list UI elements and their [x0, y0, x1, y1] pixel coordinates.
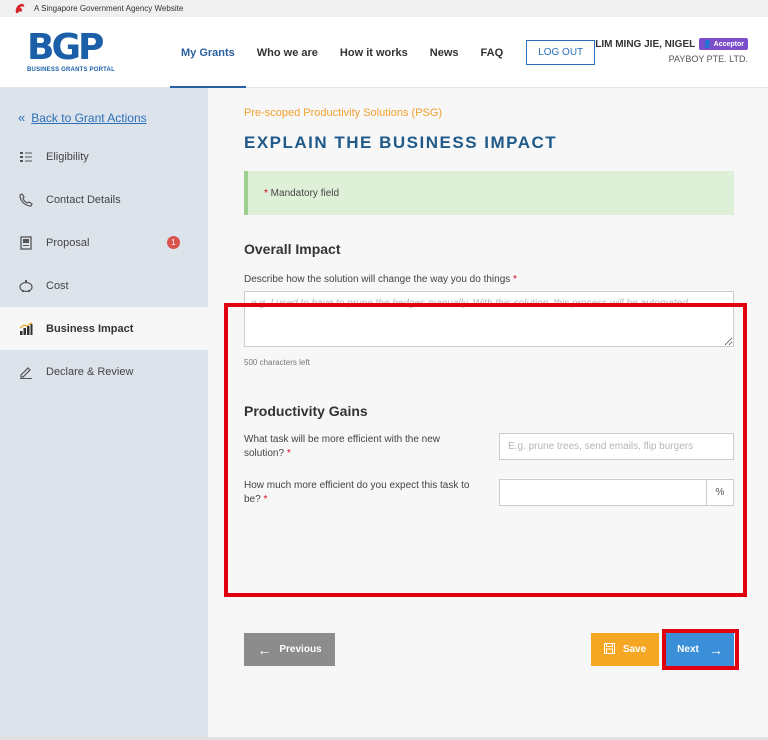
user-name[interactable]: LIM MING JIE, NIGEL — [595, 39, 695, 50]
sidebar-item-label: Declare & Review — [46, 365, 134, 378]
save-icon — [603, 642, 615, 657]
notification-count-badge: 1 — [167, 236, 180, 249]
piggy-bank-icon — [18, 278, 34, 294]
back-link-label: Back to Grant Actions — [31, 110, 147, 125]
company-name: PAYBOY PTE. LTD. — [668, 54, 748, 64]
overall-impact-title: Overall Impact — [244, 241, 341, 257]
sidebar-item-proposal[interactable]: Proposal 1 — [0, 221, 208, 264]
sidebar-item-label: Eligibility — [46, 150, 89, 163]
gov-masthead-text: A Singapore Government Agency Website — [34, 4, 184, 13]
site-header: BGP BUSINESS GRANTS PORTAL My Grants Who… — [0, 17, 768, 88]
nav-faq[interactable]: FAQ — [470, 17, 515, 88]
sidebar-item-cost[interactable]: Cost — [0, 264, 208, 307]
role-badge: 👤 Acceptor — [699, 38, 748, 50]
merlion-icon — [15, 3, 25, 14]
list-icon — [18, 149, 34, 165]
overall-impact-question: Describe how the solution will change th… — [244, 274, 517, 285]
nav-my-grants[interactable]: My Grants — [170, 17, 246, 88]
user-info: LIM MING JIE, NIGEL 👤 Acceptor PAYBOY PT… — [595, 38, 748, 64]
bgp-logo[interactable]: BGP BUSINESS GRANTS PORTAL — [0, 17, 170, 87]
mandatory-note-text: Mandatory field — [270, 187, 340, 199]
save-button[interactable]: Save — [591, 633, 659, 666]
sidebar-item-eligibility[interactable]: Eligibility — [0, 135, 208, 178]
sidebar-item-label: Business Impact — [46, 322, 134, 335]
previous-button[interactable]: ← Previous — [244, 633, 335, 666]
sidebar-item-label: Contact Details — [46, 193, 121, 206]
mandatory-field-notice: * Mandatory field — [244, 171, 734, 215]
sidebar-item-label: Cost — [46, 279, 69, 292]
bar-chart-icon — [18, 321, 34, 337]
gov-masthead: A Singapore Government Agency Website — [0, 0, 768, 17]
sidebar-item-contact-details[interactable]: Contact Details — [0, 178, 208, 221]
phone-icon — [18, 192, 34, 208]
arrow-left-icon: ← — [257, 641, 272, 658]
role-badge-label: Acceptor — [713, 41, 744, 48]
nav-how-it-works[interactable]: How it works — [329, 17, 419, 88]
sidebar-item-label: Proposal — [46, 236, 90, 249]
pen-icon — [18, 364, 34, 380]
page-title: EXPLAIN THE BUSINESS IMPACT — [244, 133, 558, 152]
sidebar-item-declare-review[interactable]: Declare & Review — [0, 350, 208, 393]
document-icon — [18, 235, 34, 251]
main-content: Pre-scoped Productivity Solutions (PSG) … — [208, 88, 768, 740]
sidebar: « Back to Grant Actions Eligibility Cont… — [0, 88, 208, 740]
nav-who-we-are[interactable]: Who we are — [246, 17, 329, 88]
logo-subtitle: BUSINESS GRANTS PORTAL — [27, 67, 115, 73]
scheme-name: Pre-scoped Productivity Solutions (PSG) — [244, 107, 443, 119]
back-to-grant-actions-link[interactable]: « Back to Grant Actions — [0, 110, 208, 125]
nav-news[interactable]: News — [419, 17, 470, 88]
main-nav: My Grants Who we are How it works News F… — [170, 17, 596, 88]
logo-mark: BGP — [27, 27, 104, 68]
highlight-box-form — [224, 303, 747, 597]
logout-button[interactable]: LOG OUT — [526, 40, 596, 65]
highlight-box-next — [662, 629, 739, 670]
double-chevron-left-icon: « — [18, 110, 26, 125]
required-asterisk: * — [264, 187, 271, 199]
sidebar-item-business-impact[interactable]: Business Impact — [0, 307, 208, 350]
